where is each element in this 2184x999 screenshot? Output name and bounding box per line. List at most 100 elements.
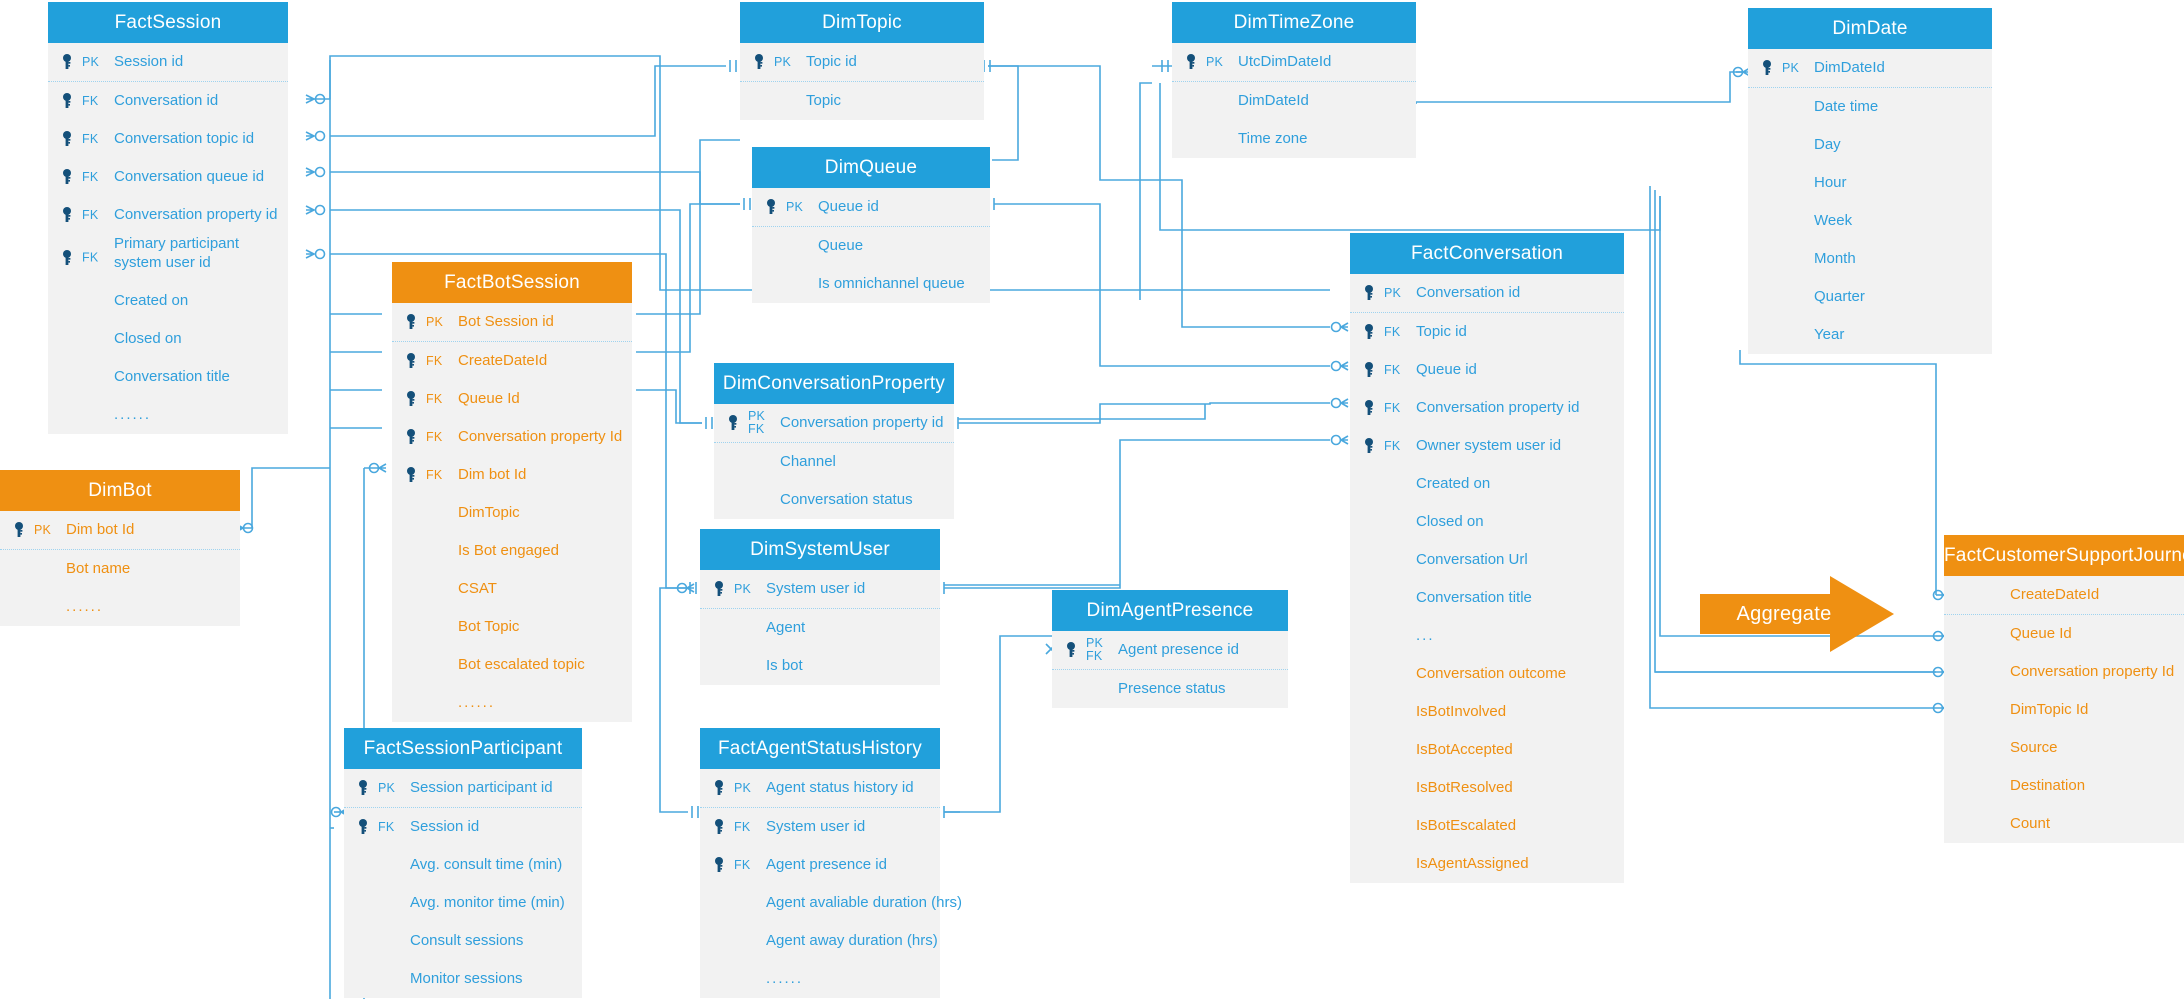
field-row: ...... — [700, 960, 940, 998]
field-row: Closed on — [1350, 503, 1624, 541]
field-row: FK Agent presence id — [700, 846, 940, 884]
field-row: Bot Topic — [392, 608, 632, 646]
entity-dim-queue[interactable]: DimQueue PK Queue id Queue Is omnichannel qu… — [752, 147, 990, 303]
field-label: Avg. monitor time (min) — [410, 894, 565, 911]
field-row: PK FK Conversation property id — [714, 404, 954, 443]
field-label: Monitor sessions — [410, 970, 523, 987]
field-row: DimTopic — [392, 494, 632, 532]
field-label: Conversation property id — [1416, 399, 1580, 416]
key-type-label: FK — [1384, 325, 1401, 339]
entity-dim-agent-presence[interactable]: DimAgentPresence PK FK Agent presence id Pre… — [1052, 590, 1288, 708]
field-row: Conversation property Id — [1944, 653, 2184, 691]
entity-dim-conversation-property[interactable]: DimConversationProperty PK FK Conversation … — [714, 363, 954, 519]
key-icon: FK — [358, 808, 404, 846]
field-label: CreateDateId — [2010, 586, 2100, 603]
entity-fact-agent-status-history[interactable]: FactAgentStatusHistory PK Agent status his… — [700, 728, 962, 998]
field-label: Conversation title — [1416, 589, 1532, 606]
key-type-label: FK — [426, 468, 443, 482]
key-type-label: FK — [82, 132, 99, 146]
field-label: ...... — [458, 694, 496, 711]
key-type-label: PK — [82, 55, 100, 69]
field-label: System user id — [766, 580, 866, 597]
field-label: Hour — [1814, 174, 1847, 191]
field-row: Year — [1748, 316, 1992, 354]
key-icon: FK — [1364, 351, 1410, 389]
field-label: Conversation title — [114, 368, 230, 385]
key-type-label: FK — [734, 858, 751, 872]
field-label: Dim bot Id — [458, 466, 527, 483]
field-row: Month — [1748, 240, 1992, 278]
field-label: Date time — [1814, 98, 1879, 115]
key-type-label: FK — [426, 392, 443, 406]
field-label: Session id — [114, 53, 184, 70]
field-label: Session participant id — [410, 779, 553, 796]
key-type-label: FK — [426, 430, 443, 444]
field-label: Agent away duration (hrs) — [766, 932, 938, 949]
field-row: Closed on — [48, 320, 288, 358]
entity-fields-fact-bot-session: PK Bot Session id FK CreateDateId FK Queue Id… — [392, 303, 632, 722]
field-label: IsAgentAssigned — [1416, 855, 1529, 872]
key-icon: FK — [406, 342, 452, 380]
entity-fields-dim-topic: PK Topic id Topic — [740, 43, 984, 120]
entity-fact-session-participant[interactable]: FactSessionParticipant PK Session particip… — [344, 728, 582, 998]
field-label: Agent status history id — [766, 779, 914, 796]
field-label: Primary participant system user id — [114, 235, 240, 271]
erd-canvas: Aggregate FactSession PK Session id FK Conve… — [0, 0, 2184, 999]
field-label: Queue Id — [2010, 625, 2072, 642]
field-row: PK Session participant id — [344, 769, 582, 808]
field-row: FK Queue id — [1350, 351, 1624, 389]
field-row: FK Conversation id — [48, 82, 288, 120]
entity-fields-dim-queue: PK Queue id Queue Is omnichannel queue — [752, 188, 990, 303]
key-icon: FK — [1364, 389, 1410, 427]
entity-dim-topic[interactable]: DimTopic PK Topic id Topic — [740, 2, 984, 120]
field-row: Conversation outcome — [1350, 655, 1624, 693]
key-icon: PK FK — [1066, 631, 1112, 669]
key-icon: PK — [14, 511, 60, 549]
key-icon: PK FK — [728, 404, 774, 442]
entity-dim-system-user[interactable]: DimSystemUser PK System user id Agent Is bot — [700, 529, 940, 685]
field-label: IsBotEscalated — [1416, 817, 1517, 834]
field-label: Queue id — [818, 198, 879, 215]
key-type-label: PK — [1384, 286, 1402, 300]
field-row: PK Dim bot Id — [0, 511, 240, 550]
field-label: CSAT — [458, 580, 497, 597]
entity-title-fact-session: FactSession — [48, 2, 288, 43]
field-label: DimDateId — [1814, 59, 1885, 76]
field-label: ...... — [766, 970, 804, 987]
entity-title-fact-session-participant: FactSessionParticipant — [344, 728, 582, 769]
field-row: ...... — [0, 588, 240, 626]
key-type-label: PK FK — [748, 409, 766, 436]
field-row: PK Conversation id — [1350, 274, 1624, 313]
key-icon: PK — [1364, 274, 1410, 312]
entity-dim-bot[interactable]: DimBot PK Dim bot Id Bot name...... — [0, 470, 240, 626]
entity-fields-dim-system-user: PK System user id Agent Is bot — [700, 570, 940, 685]
key-type-label: FK — [1384, 401, 1401, 415]
entity-title-dim-date: DimDate — [1748, 8, 1992, 49]
entity-fact-session[interactable]: FactSession PK Session id FK Conversation id… — [48, 2, 288, 434]
key-type-label: PK FK — [1086, 636, 1104, 663]
field-label: Bot escalated topic — [458, 656, 585, 673]
field-label: Closed on — [1416, 513, 1484, 530]
field-row: FK Conversation property Id — [392, 418, 632, 456]
entity-dim-date[interactable]: DimDate PK DimDateId Date time Day Hour Week Mo… — [1748, 8, 1992, 354]
field-label: Conversation Url — [1416, 551, 1528, 568]
entity-fact-conversation[interactable]: FactConversation PK Conversation id FK Topic… — [1350, 233, 1624, 883]
field-label: DimTopic Id — [2010, 701, 2089, 718]
key-icon: FK — [714, 846, 760, 884]
entity-title-fact-conversation: FactConversation — [1350, 233, 1624, 274]
entity-fact-bot-session[interactable]: FactBotSession PK Bot Session id FK CreateDa… — [392, 262, 632, 722]
field-label: Conversation outcome — [1416, 665, 1567, 682]
field-row: FK Conversation queue id — [48, 158, 288, 196]
field-row: CSAT — [392, 570, 632, 608]
key-type-label: PK — [426, 315, 444, 329]
entity-title-dim-queue: DimQueue — [752, 147, 990, 188]
field-label: Conversation id — [114, 92, 219, 109]
field-row: PK Session id — [48, 43, 288, 82]
entity-dim-time-zone[interactable]: DimTimeZone PK UtcDimDateId DimDateId Time z… — [1172, 2, 1416, 158]
field-label: Agent — [766, 619, 806, 636]
field-row: Count — [1944, 805, 2184, 843]
field-label: Agent avaliable duration (hrs) — [766, 894, 962, 911]
field-row: Channel — [714, 443, 954, 481]
entity-fact-customer-support-journey[interactable]: FactCustomerSupportJourney CreateDateId Qu… — [1944, 535, 2184, 843]
field-row: Avg. consult time (min) — [344, 846, 582, 884]
